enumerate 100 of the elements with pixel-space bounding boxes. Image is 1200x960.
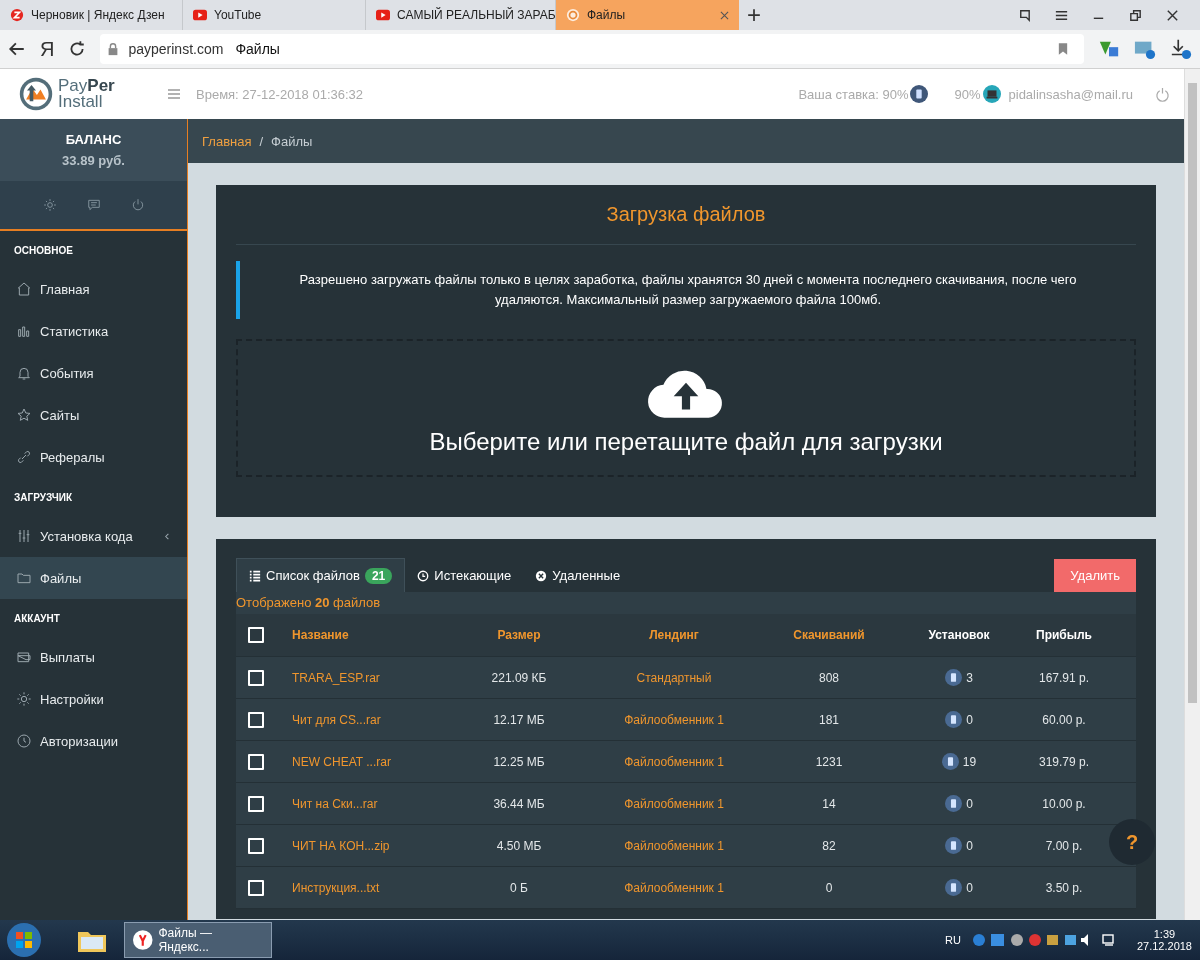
- clock-time: 1:39: [1153, 928, 1176, 940]
- column-header[interactable]: Скачиваний: [764, 628, 894, 642]
- landing-link[interactable]: Стандартный: [584, 670, 764, 685]
- table-cell-text: 14: [821, 796, 837, 811]
- start-button[interactable]: [6, 922, 42, 958]
- browser-tab[interactable]: Файлы: [556, 0, 739, 30]
- language-indicator[interactable]: RU: [945, 934, 961, 946]
- table-cell: 0: [966, 838, 973, 853]
- landing-link[interactable]: Файлообменник 1: [584, 754, 764, 769]
- breadcrumb-separator: /: [259, 133, 264, 149]
- count-badge: 21: [364, 567, 393, 584]
- taskbar-window[interactable]: Файлы — Яндекс...: [124, 922, 272, 958]
- table-cell-text: 0: [824, 880, 834, 895]
- landing-link[interactable]: Файлообменник 1: [584, 880, 764, 895]
- clock-date: 27.12.2018: [1136, 940, 1192, 952]
- link-icon: [16, 449, 32, 465]
- phone-icon: [945, 669, 963, 686]
- landing-link[interactable]: Файлообменник 1: [584, 712, 764, 727]
- row-checkbox[interactable]: [248, 795, 264, 812]
- scrollbar[interactable]: [1184, 69, 1200, 920]
- sliders-icon: [16, 528, 32, 544]
- section-heading: ОСНОВНОЕ: [13, 244, 74, 258]
- network-icon[interactable]: [1100, 932, 1117, 948]
- row-checkbox[interactable]: [248, 753, 264, 770]
- tray-icons[interactable]: [970, 932, 1091, 948]
- list-icon: [249, 569, 261, 582]
- row-checkbox[interactable]: [248, 711, 264, 728]
- sidebar-item[interactable]: Статистика: [0, 310, 187, 352]
- drop-zone[interactable]: Выберите или перетащите файл для загрузки: [236, 339, 1136, 477]
- phone-icon: [941, 753, 959, 770]
- table-cell-text: 36.44 МБ: [492, 796, 546, 811]
- folder-icon: [16, 570, 32, 586]
- address-field[interactable]: payperinst.com Файлы: [100, 34, 1084, 64]
- table-cell: 3: [966, 670, 973, 685]
- section-heading: ЗАГРУЗЧИК: [13, 491, 74, 505]
- breadcrumb-item[interactable]: Главная: [202, 133, 252, 149]
- tab[interactable]: Список файлов 21: [236, 558, 406, 592]
- download-icon[interactable]: [1170, 38, 1192, 60]
- back-icon[interactable]: [8, 40, 26, 58]
- bookmark-icon[interactable]: [1058, 42, 1068, 56]
- file-name-link[interactable]: ЧИТ НА КОН...zip: [274, 838, 454, 853]
- table-cell-text: 1231: [814, 754, 844, 769]
- notice-text: Разрешено загружать файлы только в целях заработка, файлы хранятся 30 дней с момента последнего скачивания, после чего удаляются. Максимальный размер загружаемого файла 100мб.: [299, 272, 1077, 307]
- landing-link[interactable]: Файлообменник 1: [584, 838, 764, 853]
- sidebar-item[interactable]: Рефералы: [0, 436, 187, 478]
- rate-label: Ваша ставка: 90%: [798, 86, 909, 102]
- message-icon[interactable]: [86, 198, 101, 212]
- row-checkbox[interactable]: [248, 837, 264, 854]
- logo-text: PayPer Install: [58, 78, 115, 110]
- power-icon[interactable]: [130, 198, 145, 212]
- sidebar-item[interactable]: Выплаты: [0, 636, 187, 678]
- star-icon: [16, 407, 32, 423]
- sidebar-item[interactable]: Главная: [0, 268, 187, 310]
- file-name-link[interactable]: NEW CHEAT ...rar: [274, 754, 454, 769]
- select-all-checkbox[interactable]: [248, 627, 264, 643]
- yandex-icon: [133, 930, 153, 950]
- table-cell-text: 319.79 р.: [1037, 754, 1090, 769]
- table-cell-text: 10.00 р.: [1041, 796, 1087, 811]
- table-cell-text: 7.00 р.: [1044, 838, 1084, 853]
- yandex-button[interactable]: Я: [40, 37, 55, 61]
- row-checkbox[interactable]: [248, 669, 264, 686]
- server-time: Время: 27-12-2018 01:36:32: [196, 86, 364, 102]
- reload-icon[interactable]: [68, 40, 87, 58]
- monitor-icon: [982, 85, 1001, 103]
- play-icon: [376, 8, 390, 22]
- new-tab-button[interactable]: +: [739, 0, 769, 30]
- sidebar-item[interactable]: Авторизации: [0, 720, 187, 762]
- play-icon: [193, 8, 207, 22]
- sidebar-item[interactable]: События: [0, 352, 187, 394]
- sidebar-item[interactable]: Настройки: [0, 678, 187, 720]
- landing-link[interactable]: Файлообменник 1: [584, 796, 764, 811]
- table-cell-text: 167.91 р.: [1037, 670, 1090, 685]
- file-name-link[interactable]: Чит для CS...rar: [274, 712, 454, 727]
- phone-icon: [910, 85, 929, 103]
- files-count-text: Отображено 20 файлов: [236, 592, 1136, 614]
- table-cell: 0: [966, 880, 973, 895]
- column-header[interactable]: Название: [274, 628, 454, 642]
- restore-icon[interactable]: [1128, 7, 1143, 23]
- file-name-link[interactable]: Чит на Ски...rar: [274, 796, 454, 811]
- file-name-link[interactable]: Инструкция...txt: [274, 880, 454, 895]
- settings-icon[interactable]: [42, 198, 57, 212]
- sidebar-item[interactable]: Сайты: [0, 394, 187, 436]
- home-icon: [16, 281, 32, 297]
- clock-icon: [417, 569, 430, 582]
- table-cell-text: 4.50 МБ: [495, 838, 543, 853]
- settings-icon: [16, 691, 32, 707]
- sidebar-item[interactable]: Файлы: [0, 557, 187, 599]
- tab[interactable]: Истекающие: [405, 559, 524, 592]
- tab[interactable]: Удаленные: [523, 559, 633, 592]
- bar-chart-icon: [16, 323, 32, 339]
- column-header[interactable]: Лендинг: [584, 628, 764, 642]
- column-header[interactable]: Размер: [454, 628, 584, 642]
- sidebar-item[interactable]: Установка кода: [0, 515, 187, 557]
- table-cell-text: 221.09 КБ: [490, 670, 548, 685]
- row-checkbox[interactable]: [248, 879, 264, 896]
- remove-icon: [535, 569, 548, 582]
- rate-label: 90%: [954, 86, 981, 102]
- phone-icon: [945, 711, 963, 728]
- file-name-link[interactable]: TRARA_ESP.rar: [274, 670, 454, 685]
- bookmarks-icon[interactable]: [1017, 7, 1032, 23]
